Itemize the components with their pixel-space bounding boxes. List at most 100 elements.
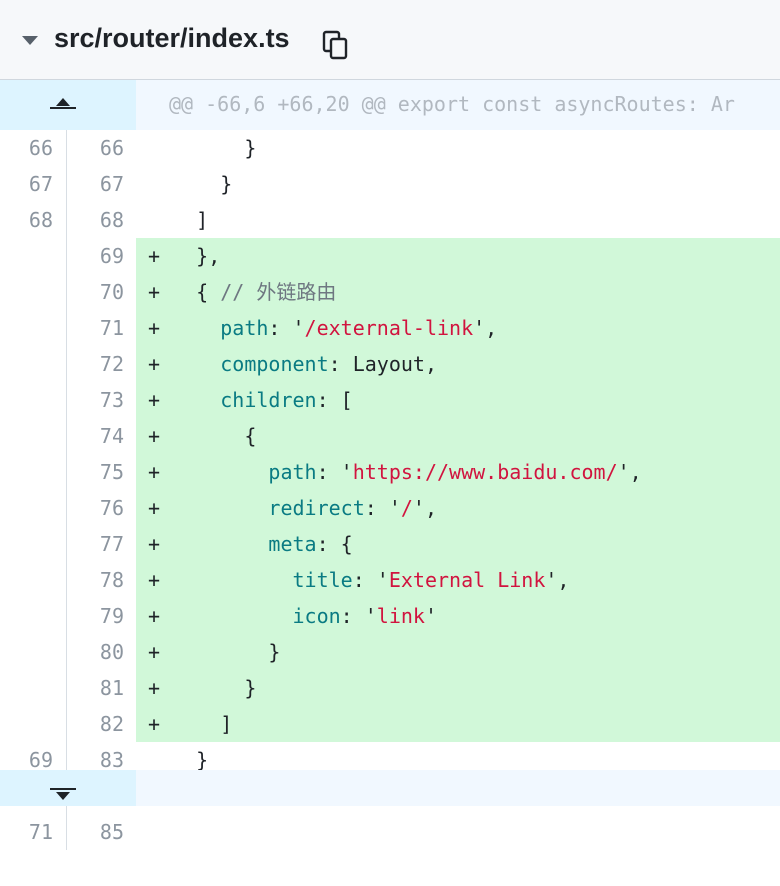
new-line-number[interactable]: 76 [67,490,136,526]
old-line-number[interactable] [0,310,67,346]
old-line-number[interactable] [0,454,67,490]
code-token: + }, [148,244,221,268]
context-line: 68 68 ] [0,202,780,238]
code-token: : Layout, [328,352,437,376]
code-token: + ] [148,712,233,736]
code-token: ' [424,604,438,628]
code-token: ] [148,208,209,232]
added-line: 78 + title: 'External Link', [0,562,780,598]
old-line-number[interactable] [0,238,67,274]
caret-down-icon[interactable] [22,36,38,45]
new-line-number[interactable]: 85 [67,814,136,850]
new-line-number[interactable]: 73 [67,382,136,418]
code-line: + }, [136,238,780,274]
added-line: 74 + { [0,418,780,454]
code-token: // 外链路由 [220,280,337,304]
code-line: + children: [ [136,382,780,418]
added-line: 73 + children: [ [0,382,780,418]
new-line-number[interactable]: 68 [67,202,136,238]
code-token: + { [148,280,221,304]
code-token: + [148,496,269,520]
old-line-number[interactable] [0,274,67,310]
old-line-number[interactable] [0,634,67,670]
expand-up-icon [56,98,70,106]
old-line-number[interactable] [0,670,67,706]
old-line-number[interactable] [0,490,67,526]
file-path[interactable]: src/router/index.ts [54,23,290,54]
code-line: } [136,166,780,202]
code-line: + icon: 'link' [136,598,780,634]
code-line: + redirect: '/', [136,490,780,526]
code-token: + [148,388,221,412]
new-line-number[interactable]: 69 [67,238,136,274]
new-line-number[interactable]: 80 [67,634,136,670]
old-line-number[interactable] [0,706,67,742]
old-line-number[interactable]: 71 [0,814,67,850]
new-line-number[interactable]: 78 [67,562,136,598]
code-token: : ' [268,316,305,340]
code-token: link [376,604,425,628]
new-line-number[interactable]: 70 [67,274,136,310]
new-line-number[interactable]: 71 [67,310,136,346]
code-token: + [148,316,221,340]
old-line-number[interactable]: 66 [0,130,67,166]
code-token: : ' [352,568,389,592]
code-token: External Link [388,568,546,592]
code-token: + [148,604,293,628]
code-token: title [292,568,353,592]
code-token: /external-link [304,316,474,340]
added-line: 69 + }, [0,238,780,274]
context-line: 66 66 } [0,130,780,166]
expand-down-button[interactable] [0,770,136,806]
diff-lines: 66 66 } 67 67 } 68 68 ] 69 + }, 70 + { // 外链路由 71 +… [0,130,780,850]
added-line: 82 + ] [0,706,780,742]
new-line-number[interactable]: 74 [67,418,136,454]
code-token: : ' [340,604,377,628]
new-line-number[interactable]: 81 [67,670,136,706]
code-token: ', [617,460,642,484]
new-line-number[interactable]: 82 [67,706,136,742]
code-token: path [268,460,317,484]
added-line: 77 + meta: { [0,526,780,562]
old-line-number[interactable] [0,526,67,562]
old-line-number[interactable] [0,382,67,418]
hunk-header-row: @@ -66,6 +66,20 @@ export const asyncRou… [0,80,780,130]
new-line-number[interactable]: 77 [67,526,136,562]
copy-icon[interactable] [322,30,348,60]
code-token: + [148,532,269,556]
code-token: icon [292,604,341,628]
old-line-number[interactable]: 68 [0,202,67,238]
code-token: path [220,316,269,340]
old-line-number[interactable]: 67 [0,166,67,202]
code-token: } [148,748,209,772]
code-line: + } [136,670,780,706]
old-line-number[interactable] [0,418,67,454]
added-line: 80 + } [0,634,780,670]
diff-view: @@ -66,6 +66,20 @@ export const asyncRou… [0,80,780,850]
old-line-number[interactable] [0,598,67,634]
added-line: 79 + icon: 'link' [0,598,780,634]
new-line-number[interactable]: 66 [67,130,136,166]
new-line-number[interactable]: 75 [67,454,136,490]
code-token: / [400,496,413,520]
code-token: https://www.baidu.com/ [352,460,618,484]
code-line: + meta: { [136,526,780,562]
new-line-number[interactable]: 79 [67,598,136,634]
code-token: + [148,352,221,376]
code-line: } [136,130,780,166]
code-line: + } [136,634,780,670]
added-line: 81 + } [0,670,780,706]
new-line-number[interactable]: 72 [67,346,136,382]
code-token: + } [148,640,281,664]
code-line: + component: Layout, [136,346,780,382]
code-token: : ' [364,496,401,520]
expand-up-button[interactable] [0,80,136,130]
new-line-number[interactable]: 67 [67,166,136,202]
code-token: meta [268,532,317,556]
code-line: + ] [136,706,780,742]
file-header: src/router/index.ts [0,0,780,80]
code-line: + { [136,418,780,454]
expand-down-icon [56,792,70,800]
old-line-number[interactable] [0,562,67,598]
old-line-number[interactable] [0,346,67,382]
